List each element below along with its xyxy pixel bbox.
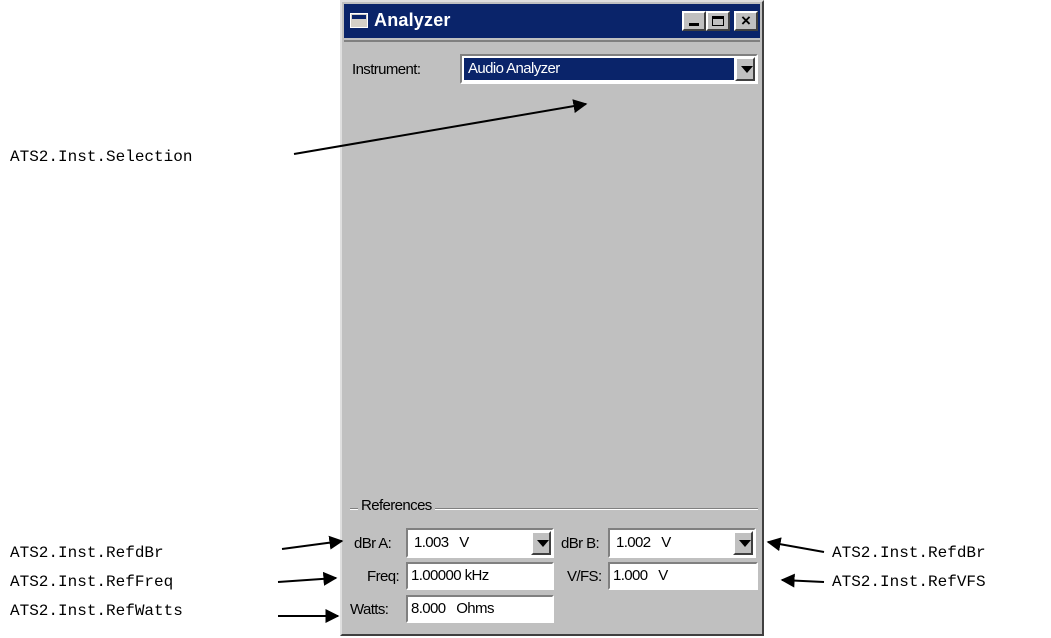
watts-field[interactable]: 8.000 Ohms bbox=[406, 595, 554, 623]
title-bar[interactable]: Analyzer × bbox=[344, 4, 760, 38]
maximize-icon bbox=[712, 16, 724, 26]
freq-label: Freq: bbox=[367, 568, 400, 585]
dbr-b-select[interactable]: 1.002 V bbox=[608, 528, 756, 558]
instrument-label: Instrument: bbox=[352, 61, 421, 78]
dbr-a-value: 1.003 V bbox=[414, 534, 469, 551]
arrow-reffreq bbox=[277, 571, 338, 586]
chevron-down-icon[interactable] bbox=[531, 531, 551, 555]
close-icon: × bbox=[741, 11, 751, 30]
dbr-b-value: 1.002 V bbox=[616, 534, 671, 551]
arrow-refdbr-left bbox=[281, 535, 344, 550]
dbr-a-select[interactable]: 1.003 V bbox=[406, 528, 554, 558]
minimize-button[interactable] bbox=[682, 11, 706, 31]
callout-selection: ATS2.Inst.Selection bbox=[10, 148, 193, 166]
maximize-button[interactable] bbox=[706, 11, 730, 31]
callout-refdbr-right: ATS2.Inst.RefdBr bbox=[832, 544, 986, 562]
vfs-label: V/FS: bbox=[567, 568, 602, 585]
chevron-down-icon[interactable] bbox=[733, 531, 753, 555]
vfs-field[interactable]: 1.000 V bbox=[608, 562, 758, 590]
arrow-refdbr-right bbox=[766, 537, 825, 553]
analyzer-window: Analyzer × Instrument: Audio Analyzer Re… bbox=[340, 0, 764, 636]
dbr-a-label: dBr A: bbox=[354, 535, 392, 552]
window-icon bbox=[350, 13, 368, 28]
callout-reffreq: ATS2.Inst.RefFreq bbox=[10, 573, 174, 591]
references-group-label: References bbox=[358, 497, 435, 514]
callout-refdbr-left: ATS2.Inst.RefdBr bbox=[10, 544, 164, 562]
freq-field[interactable]: 1.00000 kHz bbox=[406, 562, 554, 590]
close-button[interactable]: × bbox=[734, 11, 758, 31]
window-title: Analyzer bbox=[374, 10, 451, 30]
minimize-icon bbox=[689, 23, 699, 26]
watts-label: Watts: bbox=[350, 601, 389, 618]
chevron-down-icon[interactable] bbox=[735, 57, 755, 81]
instrument-selected-value: Audio Analyzer bbox=[464, 58, 734, 80]
callout-refvfs: ATS2.Inst.RefVFS bbox=[832, 573, 986, 591]
arrow-refvfs bbox=[780, 573, 825, 588]
instrument-select[interactable]: Audio Analyzer bbox=[460, 54, 758, 84]
callout-refwatts: ATS2.Inst.RefWatts bbox=[10, 602, 183, 620]
dbr-b-label: dBr B: bbox=[561, 535, 600, 552]
